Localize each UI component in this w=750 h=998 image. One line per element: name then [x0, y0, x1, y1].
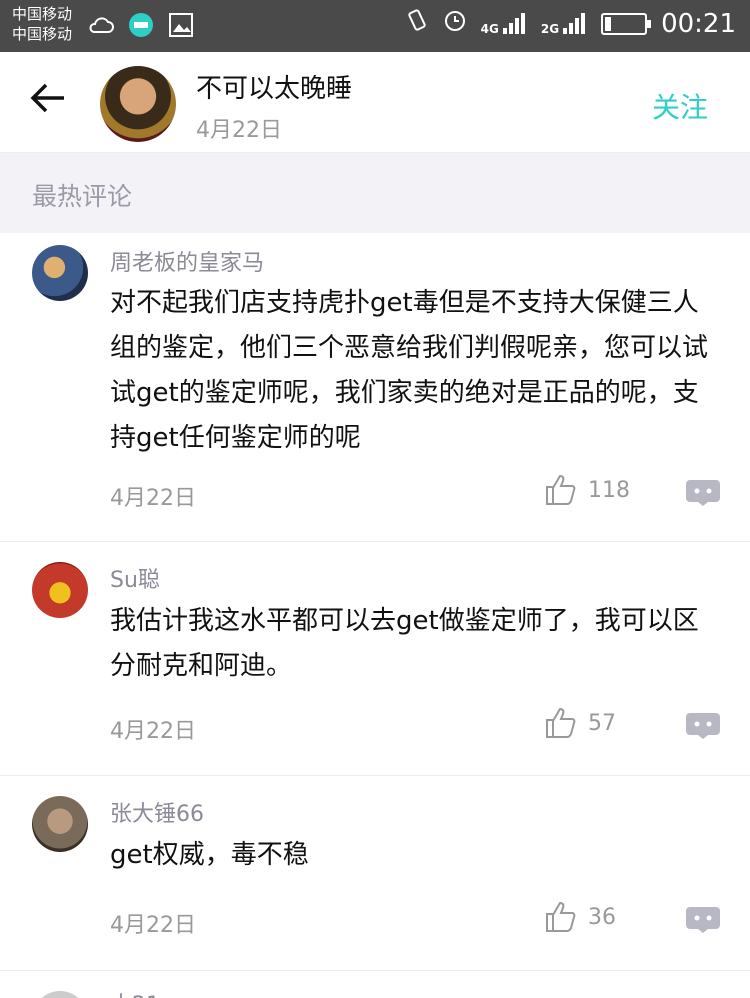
hot-comments-header: 最热评论 [0, 153, 750, 233]
status-bar: 中国移动 中国移动 4G 2G 00:21 [0, 0, 750, 52]
comment-text: 对不起我们店支持虎扑get毒但是不支持大保健三人组的鉴定，他们三个恶意给我们判假… [110, 288, 709, 453]
comment-username[interactable]: Su聪 [110, 562, 160, 594]
comment-date: 4月22日 [110, 913, 196, 938]
vibrate-icon [405, 8, 429, 39]
notification-icons [88, 12, 194, 42]
avatar[interactable] [32, 796, 88, 852]
signal-2g-icon: 2G [541, 12, 587, 36]
like-button[interactable]: 36 [544, 900, 616, 934]
thumbs-up-icon [546, 707, 576, 738]
follow-button[interactable]: 关注 [652, 86, 708, 126]
carrier-info: 中国移动 中国移动 [12, 4, 72, 44]
comment-date: 4月22日 [110, 486, 196, 511]
image-icon [168, 12, 194, 42]
alarm-icon [443, 8, 467, 39]
section-title: 最热评论 [32, 182, 133, 211]
comment-item: Su聪 我估计我这水平都可以去get做鉴定师了，我可以区分耐克和阿迪。 4月22… [0, 542, 750, 776]
thumbs-up-icon [546, 901, 576, 932]
clock: 00:21 [661, 8, 736, 39]
app-notification-icon [128, 12, 154, 42]
like-count: 118 [588, 477, 630, 503]
comment-item: 张大锤66 get权威，毒不稳 4月22日 36 [0, 776, 750, 971]
avatar[interactable] [32, 245, 88, 301]
avatar[interactable] [32, 562, 88, 618]
like-button[interactable]: 118 [544, 473, 630, 507]
thumbs-up-icon [546, 474, 576, 505]
system-status: 4G 2G 00:21 [405, 8, 736, 39]
reply-icon[interactable] [686, 713, 720, 739]
post-date: 4月22日 [196, 118, 282, 143]
comment-item: 周老板的皇家马 对不起我们店支持虎扑get毒但是不支持大保健三人组的鉴定，他们三… [0, 233, 750, 542]
carrier-2: 中国移动 [12, 25, 73, 43]
like-button[interactable]: 57 [544, 706, 616, 740]
comment-username[interactable]: 木21 [110, 987, 160, 998]
cloud-icon [88, 16, 114, 38]
author-name[interactable]: 不可以太晚睡 [196, 68, 352, 105]
carrier-1: 中国移动 [12, 5, 73, 23]
comment-text: get权威，毒不稳 [110, 840, 309, 870]
net-label-2: 2G [540, 21, 560, 36]
reply-icon[interactable] [686, 480, 720, 506]
reply-icon[interactable] [686, 907, 720, 933]
post-header: 不可以太晚睡 4月22日 关注 [0, 52, 750, 153]
net-label-1: 4G [480, 21, 499, 36]
back-arrow-icon[interactable] [30, 80, 66, 123]
comment-username[interactable]: 周老板的皇家马 [110, 245, 264, 277]
comment-date: 4月22日 [110, 719, 196, 744]
comment-item: 木21 [0, 971, 750, 998]
battery-icon [601, 12, 652, 35]
signal-4g-icon: 4G [481, 12, 527, 36]
comment-username[interactable]: 张大锤66 [110, 796, 204, 828]
like-count: 57 [588, 710, 616, 736]
author-avatar[interactable] [100, 66, 176, 142]
comment-text: 我估计我这水平都可以去get做鉴定师了，我可以区分耐克和阿迪。 [110, 606, 699, 681]
like-count: 36 [588, 904, 616, 930]
avatar[interactable] [32, 991, 88, 998]
